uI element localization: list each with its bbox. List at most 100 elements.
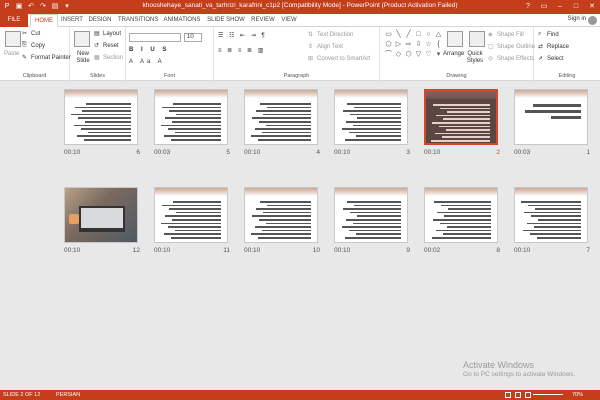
slide-text-line	[447, 111, 490, 113]
tab-home[interactable]: HOME	[30, 14, 58, 27]
ribbon-display-icon[interactable]: ▭	[536, 0, 552, 14]
slide-text-line	[251, 233, 311, 235]
slide-thumbnail[interactable]	[514, 187, 588, 243]
slide-text-line	[251, 135, 311, 137]
slide-thumbnail[interactable]	[244, 89, 318, 145]
tab-file[interactable]: FILE	[0, 14, 28, 27]
slide-text-line	[442, 136, 490, 138]
reset-button[interactable]: ↺ Reset	[94, 42, 119, 49]
tab-insert[interactable]: INSERT	[60, 14, 84, 27]
slide-header-swoosh	[335, 188, 407, 196]
slide-thumbnail[interactable]	[154, 89, 228, 145]
shape-fill-button[interactable]: ◈ Shape Fill	[488, 31, 524, 38]
sign-in-link[interactable]: Sign in	[568, 16, 586, 22]
slide-text-line	[175, 131, 221, 134]
effects-icon: ◎	[488, 56, 494, 62]
slide-thumbnail[interactable]	[424, 187, 498, 243]
slide-thumbnail[interactable]	[64, 187, 138, 243]
font-size-combo[interactable]: 10	[184, 33, 202, 42]
replace-button[interactable]: ⇄ Replace	[538, 43, 569, 50]
slide-text-line	[256, 110, 311, 112]
slide-thumbnail[interactable]	[244, 187, 318, 243]
shape-effects-button[interactable]: ◎ Shape Effects	[488, 55, 534, 62]
language-status[interactable]: PERSIAN	[56, 390, 80, 400]
paste-icon[interactable]	[5, 31, 21, 47]
slide-text-line	[447, 226, 491, 228]
slide-text-line	[165, 117, 221, 119]
slide-text-line	[349, 131, 401, 134]
tab-transitions[interactable]: TRANSITIONS	[118, 14, 158, 27]
slide-text-line	[176, 113, 221, 116]
slide-thumbnail[interactable]	[64, 89, 138, 145]
slide-text-line	[354, 106, 401, 109]
copy-button[interactable]: ⎘ Copy	[22, 42, 45, 49]
slide-count-status[interactable]: SLIDE 2 OF 12	[3, 390, 40, 400]
tab-design[interactable]: DESIGN	[88, 14, 112, 27]
slide-thumbnail[interactable]	[154, 187, 228, 243]
slide-text-line	[260, 103, 311, 105]
find-button[interactable]: ⌕ Find	[538, 31, 559, 38]
save-icon[interactable]: ▣	[15, 2, 23, 11]
slide-text-line	[161, 222, 221, 225]
arrange-icon[interactable]	[447, 31, 463, 47]
redo-icon[interactable]: ↷	[39, 2, 47, 11]
layout-button[interactable]: ▤ Layout	[94, 30, 121, 37]
undo-icon[interactable]: ↶	[27, 2, 35, 11]
slide-text-line	[82, 110, 131, 112]
slide-text-line	[523, 229, 581, 232]
text-direction-button[interactable]: ⇅ Text Direction	[308, 31, 353, 38]
list-buttons[interactable]: ☰ ☷ ⇤ ⇥ ¶	[218, 32, 267, 39]
font-format-buttons[interactable]: B I U S	[129, 47, 169, 53]
paste-button[interactable]: Paste	[4, 51, 19, 57]
quick-styles-icon[interactable]	[469, 31, 485, 47]
quick-styles-button[interactable]: Quick Styles	[464, 51, 486, 65]
tab-view[interactable]: VIEW	[280, 14, 298, 27]
maximize-icon[interactable]: □	[568, 0, 584, 14]
new-slide-button[interactable]: New Slide	[72, 51, 94, 65]
help-icon[interactable]: ?	[520, 0, 536, 14]
slide-text-line	[528, 204, 581, 207]
slide-text-line	[431, 140, 490, 142]
slide-thumbnail[interactable]	[424, 89, 498, 145]
slide-sorter-view-icon[interactable]	[515, 392, 521, 398]
select-button[interactable]: ➚ Select	[538, 55, 564, 62]
slide-text-line	[266, 124, 311, 127]
font-color-buttons[interactable]: A Aa A	[129, 59, 165, 65]
format-painter-button[interactable]: ✎ Format Painter	[22, 54, 71, 61]
slides-group-label: Slides	[90, 73, 105, 79]
slide-number: 6	[136, 149, 140, 156]
slide-text-line	[533, 104, 581, 107]
tab-review[interactable]: REVIEW	[250, 14, 276, 27]
tab-slide-show[interactable]: SLIDE SHOW	[207, 14, 245, 27]
slide-thumbnail[interactable]	[514, 89, 588, 145]
reading-view-icon[interactable]	[525, 392, 531, 398]
customize-qat-icon[interactable]: ▾	[63, 2, 71, 11]
align-text-button[interactable]: ⇕ Align Text	[308, 43, 343, 50]
slide-text-line	[75, 106, 131, 109]
laptop-image	[79, 206, 125, 232]
arrange-button[interactable]: Arrange	[443, 51, 464, 57]
slide-thumbnail[interactable]	[334, 187, 408, 243]
slide-header-swoosh	[155, 188, 227, 196]
slide-text-line	[85, 121, 131, 123]
cut-button[interactable]: ✂ Cut	[22, 30, 40, 37]
start-slideshow-icon[interactable]: ▤	[51, 2, 59, 11]
new-slide-icon[interactable]	[74, 31, 90, 47]
section-button[interactable]: ▦ Section	[94, 54, 123, 61]
tab-animations[interactable]: ANIMATIONS	[162, 14, 202, 27]
zoom-slider[interactable]	[533, 394, 563, 395]
slide-text-line	[173, 103, 221, 105]
slide-text-line	[531, 215, 581, 217]
user-avatar-icon[interactable]	[588, 16, 597, 25]
close-icon[interactable]: ✕	[584, 0, 600, 14]
shape-outline-button[interactable]: ▢ Shape Outline	[488, 43, 535, 50]
font-name-combo[interactable]	[129, 33, 181, 42]
slide-text-line	[444, 215, 491, 217]
slide-text-line	[342, 226, 401, 228]
zoom-level[interactable]: 70%	[572, 390, 583, 400]
convert-smartart-button[interactable]: ⊞ Convert to SmartArt	[308, 55, 370, 62]
slide-thumbnail[interactable]	[334, 89, 408, 145]
normal-view-icon[interactable]	[505, 392, 511, 398]
align-buttons[interactable]: ≡ ≣ ≡ ≣ ▥	[218, 47, 265, 54]
minimize-icon[interactable]: –	[552, 0, 568, 14]
